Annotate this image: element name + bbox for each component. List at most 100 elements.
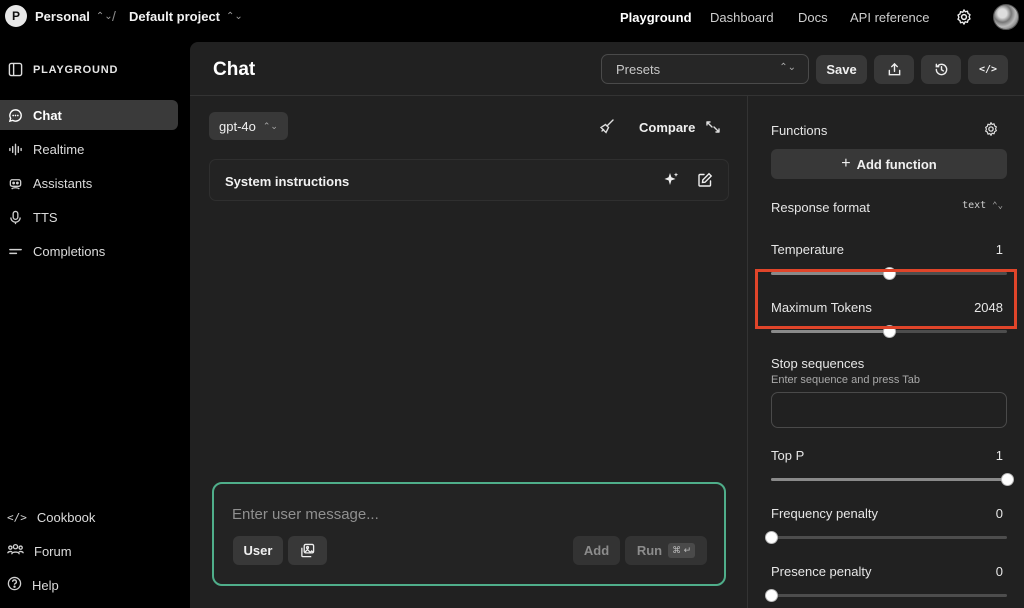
slider-handle[interactable] <box>1001 473 1014 486</box>
waveform-icon <box>7 141 23 157</box>
run-shortcut: ⌘ ↵ <box>668 543 696 558</box>
page-title: Chat <box>213 59 256 80</box>
run-button[interactable]: Run ⌘ ↵ <box>625 536 707 565</box>
role-toggle-button[interactable]: User <box>233 536 283 565</box>
sidebar-item-realtime[interactable]: Realtime <box>0 134 178 164</box>
nav-api-reference[interactable]: API reference <box>850 10 930 25</box>
chevron-updown-icon: ⌃⌄ <box>262 120 278 131</box>
temperature-value[interactable]: 1 <box>996 242 1003 257</box>
temperature-label: Temperature <box>771 242 844 257</box>
upload-icon <box>888 62 900 76</box>
presence-penalty-slider[interactable] <box>765 589 1007 602</box>
sidebar: PLAYGROUND Chat Realtime Assistants TTS … <box>0 42 188 608</box>
nav-playground[interactable]: Playground <box>620 10 692 25</box>
functions-settings-gear-icon[interactable] <box>983 121 999 137</box>
frequency-penalty-value[interactable]: 0 <box>996 506 1003 521</box>
slider-fill <box>771 478 1007 481</box>
sidebar-item-assistants[interactable]: Assistants <box>0 168 178 198</box>
attach-image-button[interactable] <box>288 536 327 565</box>
nav-dashboard[interactable]: Dashboard <box>710 10 774 25</box>
clear-chat-icon[interactable] <box>599 118 615 134</box>
sidebar-link-cookbook[interactable]: </> Cookbook <box>0 504 178 530</box>
sidebar-link-label: Help <box>32 577 59 593</box>
sidebar-header: PLAYGROUND <box>8 62 118 77</box>
slider-handle[interactable] <box>765 531 778 544</box>
top-p-slider[interactable] <box>771 473 1014 486</box>
lines-icon <box>7 243 23 259</box>
compare-button[interactable]: Compare <box>639 119 721 135</box>
microphone-icon <box>7 209 23 225</box>
project-name: Default project <box>129 9 221 24</box>
compare-arrows-icon <box>706 121 721 133</box>
history-icon <box>935 63 947 76</box>
add-message-button[interactable]: Add <box>573 536 620 565</box>
slider-handle[interactable] <box>765 589 778 602</box>
image-gallery-icon <box>301 543 315 558</box>
chevron-updown-icon: ⌃⌄ <box>226 11 243 22</box>
chat-column: gpt-4o ⌃⌄ Compare System instructions Us… <box>190 96 748 608</box>
frequency-penalty-label: Frequency penalty <box>771 506 878 521</box>
model-name: gpt-4o <box>219 118 256 134</box>
sidebar-item-completions[interactable]: Completions <box>0 236 178 266</box>
code-icon: </> <box>7 510 27 524</box>
presence-penalty-label: Presence penalty <box>771 564 872 579</box>
add-function-label: Add function <box>856 156 937 172</box>
stop-sequences-input[interactable] <box>771 392 1007 428</box>
share-button[interactable] <box>874 55 914 84</box>
top-bar: P Personal ⌃⌄ / Default project ⌃⌄ Playg… <box>0 0 1024 34</box>
settings-gear-icon[interactable] <box>955 8 973 26</box>
main-header: Chat Presets ⌃⌄ Save </> <box>190 42 1024 96</box>
add-function-button[interactable]: + Add function <box>771 149 1007 179</box>
sparkle-icon[interactable] <box>662 171 680 189</box>
org-name: Personal <box>35 9 90 24</box>
question-icon <box>7 576 22 594</box>
stop-sequences-label: Stop sequences <box>771 356 865 371</box>
code-icon: </> <box>978 64 998 75</box>
response-format-select[interactable]: text ⌃⌄ <box>962 200 1003 211</box>
sidebar-item-label: Chat <box>33 107 62 123</box>
robot-icon <box>7 175 23 191</box>
user-avatar[interactable] <box>993 4 1019 30</box>
sidebar-item-chat[interactable]: Chat <box>0 100 178 130</box>
presence-penalty-value[interactable]: 0 <box>996 564 1003 579</box>
chevron-updown-icon: ⌃⌄ <box>992 200 1003 211</box>
top-p-label: Top P <box>771 448 805 463</box>
sidebar-item-tts[interactable]: TTS <box>0 202 178 232</box>
functions-label: Functions <box>771 123 828 138</box>
org-switcher[interactable]: Personal ⌃⌄ <box>35 9 113 24</box>
save-button[interactable]: Save <box>816 55 867 84</box>
view-code-button[interactable]: </> <box>968 55 1008 84</box>
edit-icon[interactable] <box>697 172 713 188</box>
main-panel: Chat Presets ⌃⌄ Save </> gpt-4o ⌃⌄ Compa… <box>190 42 1024 608</box>
project-switcher[interactable]: Default project ⌃⌄ <box>129 9 243 24</box>
presets-select[interactable]: Presets ⌃⌄ <box>601 54 809 84</box>
people-icon <box>7 542 24 560</box>
run-label: Run <box>636 543 663 558</box>
history-button[interactable] <box>921 55 961 84</box>
annotation-highlight-box <box>755 269 1017 329</box>
nav-docs[interactable]: Docs <box>798 10 828 25</box>
sidebar-title: PLAYGROUND <box>33 63 119 76</box>
system-instructions-box[interactable]: System instructions <box>209 159 729 201</box>
max-tokens-slider[interactable] <box>771 325 1007 338</box>
plus-icon: + <box>841 155 851 172</box>
org-avatar[interactable]: P <box>5 5 27 27</box>
sidebar-toggle-icon[interactable] <box>8 62 23 77</box>
sidebar-link-forum[interactable]: Forum <box>0 538 178 564</box>
sidebar-link-help[interactable]: Help <box>0 572 178 598</box>
user-message-input[interactable] <box>232 502 702 526</box>
sidebar-link-label: Forum <box>34 543 72 559</box>
response-format-label: Response format <box>771 200 870 215</box>
chevron-updown-icon: ⌃⌄ <box>95 11 113 22</box>
model-select[interactable]: gpt-4o ⌃⌄ <box>209 112 288 140</box>
chevron-updown-icon: ⌃⌄ <box>779 62 796 73</box>
sidebar-link-label: Cookbook <box>36 509 96 525</box>
stop-sequences-hint: Enter sequence and press Tab <box>771 374 921 386</box>
sidebar-item-label: Realtime <box>33 141 85 157</box>
response-format-value: text <box>962 200 987 211</box>
top-p-value[interactable]: 1 <box>996 448 1003 463</box>
sidebar-item-label: Completions <box>33 243 106 259</box>
compare-label: Compare <box>639 119 696 135</box>
chat-bubble-icon <box>7 107 23 123</box>
frequency-penalty-slider[interactable] <box>765 531 1007 544</box>
